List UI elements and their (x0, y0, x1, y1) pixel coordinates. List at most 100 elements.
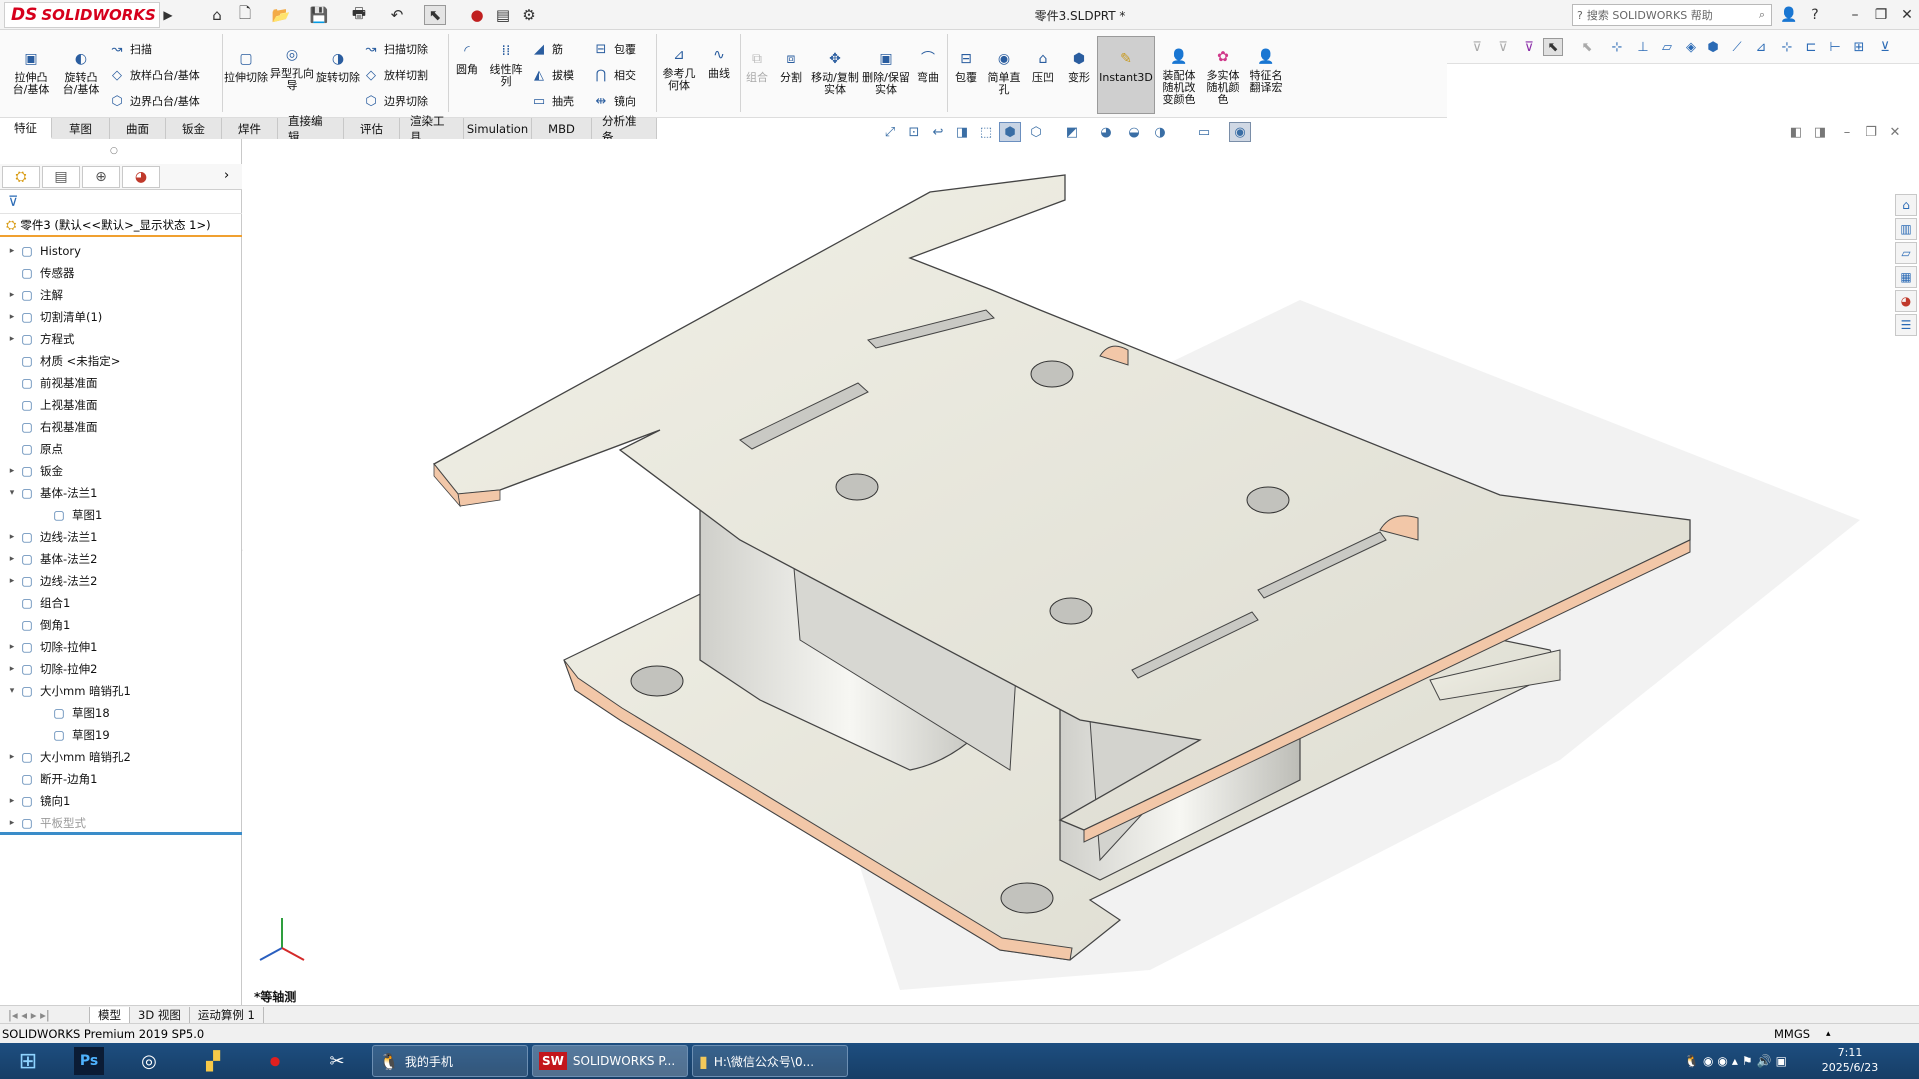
tree-item[interactable]: ▢ 草图1 (0, 504, 242, 526)
fillet-button[interactable]: ◜ 圆角 (450, 40, 484, 76)
swept-cut-button[interactable]: ↝ 扫描切除 (362, 38, 428, 60)
filter-axis-icon[interactable]: ⟋ (1727, 38, 1747, 56)
start-button-icon[interactable]: ⊞ (8, 1045, 48, 1077)
flex-button[interactable]: ⌒ 弯曲 (912, 48, 944, 84)
tree-item[interactable]: ▾ ▢ 大小mm 暗销孔1 (0, 680, 242, 702)
tree-item[interactable]: ▢ 传感器 (0, 262, 242, 284)
help-search-input[interactable]: ? 搜索 SOLIDWORKS 帮助 ⌕ (1572, 4, 1772, 26)
tree-item[interactable]: ▢ 倒角1 (0, 614, 242, 636)
display-manager-tab-icon[interactable]: ◕ (122, 166, 160, 188)
help-icon[interactable]: ? (1802, 4, 1828, 26)
dynamic-annotation-icon[interactable]: ⬚ (975, 122, 997, 142)
tab-scroll-arrows[interactable]: |◂ ◂ ▸ ▸| (0, 1006, 90, 1023)
tree-expand-icon[interactable]: ▸ (6, 664, 18, 674)
tree-expand-icon[interactable]: ▸ (6, 290, 18, 300)
unit-dropdown-icon[interactable]: ▴ (1826, 1029, 1831, 1039)
print-icon[interactable]: 🖶 (348, 4, 370, 25)
filter-sketch-point-icon[interactable]: ⊹ (1777, 38, 1797, 56)
tab-sketch[interactable]: 草图 (52, 118, 110, 139)
view-orientation-icon[interactable]: ⬢ (999, 122, 1021, 142)
minimize-icon[interactable]: – (1842, 4, 1868, 26)
tree-expand-icon[interactable]: ▸ (6, 466, 18, 476)
filter-face-icon[interactable]: ▱ (1657, 38, 1677, 56)
open-icon[interactable]: 📂 (270, 5, 292, 25)
filter-midpoint-icon[interactable]: ⊢ (1825, 38, 1845, 56)
tree-item[interactable]: ▢ 前视基准面 (0, 372, 242, 394)
draft-button[interactable]: ◭ 拔模 (530, 64, 574, 86)
feature-manager-tab-icon[interactable]: ⛭ (2, 166, 40, 188)
simple-hole-button[interactable]: ◉ 简单直孔 (984, 48, 1024, 96)
loft-button[interactable]: ◇ 放样凸台/基体 (108, 64, 200, 86)
tab-render-tools[interactable]: 渲染工具 (400, 114, 464, 144)
move-copy-body-button[interactable]: ✥ 移动/复制实体 (810, 48, 860, 96)
tree-expand-icon[interactable]: ▸ (6, 642, 18, 652)
edit-appearance-icon[interactable]: ◕ (1095, 122, 1117, 142)
reference-geometry-button[interactable]: ⊿ 参考几何体 (658, 44, 700, 92)
task-folder[interactable]: ▮ H:\微信公众号\0... (692, 1045, 848, 1077)
hole-wizard-button[interactable]: ◎ 异型孔向导 (270, 44, 314, 92)
property-manager-tab-icon[interactable]: ▤ (42, 166, 80, 188)
home-icon[interactable]: ⌂ (206, 5, 228, 25)
undo-icon[interactable]: ↶ (386, 5, 408, 25)
sweep-button[interactable]: ↝ 扫描 (108, 38, 152, 60)
filter-vertex-icon[interactable]: ⊹ (1607, 38, 1627, 56)
tree-filter-row[interactable]: ⊽ (0, 192, 242, 214)
display-style-icon[interactable]: ⬡ (1025, 122, 1047, 142)
task-my-phone[interactable]: 🐧 我的手机 (372, 1045, 528, 1077)
select-icon[interactable]: ⬉ (424, 5, 446, 25)
tree-expand-icon[interactable]: ▸ (6, 818, 18, 828)
zoom-to-area-icon[interactable]: ⊡ (903, 122, 925, 142)
menu-expand-icon[interactable]: ▶ (161, 5, 175, 25)
select-other-icon[interactable]: ⬉ (1577, 38, 1597, 56)
file-explorer-icon[interactable]: ▱ (1895, 242, 1917, 264)
tree-expand-icon[interactable]: ▸ (6, 312, 18, 322)
tree-item[interactable]: ▸ ▢ 切除-拉伸1 (0, 636, 242, 658)
options-gear-icon[interactable]: ⚙ (518, 5, 540, 25)
extrude-boss-button[interactable]: ▣ 拉伸凸台/基体 (8, 48, 54, 96)
tree-expand-icon[interactable]: ▾ (6, 488, 18, 498)
tree-item[interactable]: ▢ 材质 <未指定> (0, 350, 242, 372)
tree-item[interactable]: ▸ ▢ 钣金 (0, 460, 242, 482)
tab-mbd[interactable]: MBD (532, 118, 592, 139)
tree-expand-icon[interactable]: ▾ (6, 686, 18, 696)
close-icon[interactable]: ✕ (1894, 4, 1919, 26)
tree-item[interactable]: ▸ ▢ 平板型式 (0, 812, 242, 834)
tree-item[interactable]: ▢ 右视基准面 (0, 416, 242, 438)
tree-expand-icon[interactable]: ▸ (6, 334, 18, 344)
tree-item[interactable]: ▸ ▢ 边线-法兰1 (0, 526, 242, 548)
graphics-area[interactable]: ⤢ ⊡ ↩ ◨ ⬚ ⬢ ⬡ ◩ ◕ ◒ ◑ ▭ ◉ ◧ ◨ – ❐ ✕ (243, 122, 1919, 1005)
filter-clear-icon[interactable]: ⊽ (1493, 38, 1513, 56)
viewport-close-icon[interactable]: ✕ (1884, 122, 1906, 142)
save-icon[interactable]: 💾 (308, 5, 330, 25)
tab-sheet-metal[interactable]: 钣金 (166, 118, 222, 139)
select-pointer-icon[interactable]: ⬉ (1543, 38, 1563, 56)
new-document-icon[interactable]: 🗋 (234, 4, 256, 25)
tree-item[interactable]: ▢ 原点 (0, 438, 242, 460)
assembly-random-color-button[interactable]: 👤 装配体随机改变颜色 (1158, 46, 1200, 106)
curves-button[interactable]: ∿ 曲线 (702, 44, 736, 80)
view-palette-icon[interactable]: ▦ (1895, 266, 1917, 288)
split-button[interactable]: ⧈ 分割 (774, 48, 808, 84)
tab-features[interactable]: 特征 (0, 118, 52, 139)
unit-system[interactable]: MMGS (1774, 1027, 1810, 1041)
viewport-restore-icon[interactable]: ❐ (1860, 122, 1882, 142)
solidworks-resources-icon[interactable]: ⌂ (1895, 194, 1917, 216)
tree-item[interactable]: ▸ ▢ 切除-拉伸2 (0, 658, 242, 680)
lofted-cut-button[interactable]: ◇ 放样切割 (362, 64, 428, 86)
record-icon[interactable]: ⏺ (260, 1045, 290, 1077)
realview-icon[interactable]: ◉ (1229, 122, 1251, 142)
tree-expand-icon[interactable]: ▸ (6, 554, 18, 564)
zoom-to-fit-icon[interactable]: ⤢ (879, 122, 901, 142)
photoshop-icon[interactable]: Ps (74, 1047, 104, 1075)
tree-expand-icon[interactable]: ▸ (6, 796, 18, 806)
tab-surfaces[interactable]: 曲面 (110, 118, 166, 139)
panel-collapse-handle[interactable]: ○ (110, 146, 118, 156)
tree-item[interactable]: ▸ ▢ 大小mm 暗销孔2 (0, 746, 242, 768)
indent-button[interactable]: ⌂ 压凹 (1026, 48, 1060, 84)
shell-button[interactable]: ▭ 抽壳 (530, 90, 574, 112)
tab-analysis-prep[interactable]: 分析准备 (592, 114, 657, 144)
view-settings-icon[interactable]: ◑ (1149, 122, 1171, 142)
panel-more-icon[interactable]: › (224, 168, 229, 183)
tree-item[interactable]: ▢ 组合1 (0, 592, 242, 614)
tree-expand-icon[interactable]: ▸ (6, 752, 18, 762)
